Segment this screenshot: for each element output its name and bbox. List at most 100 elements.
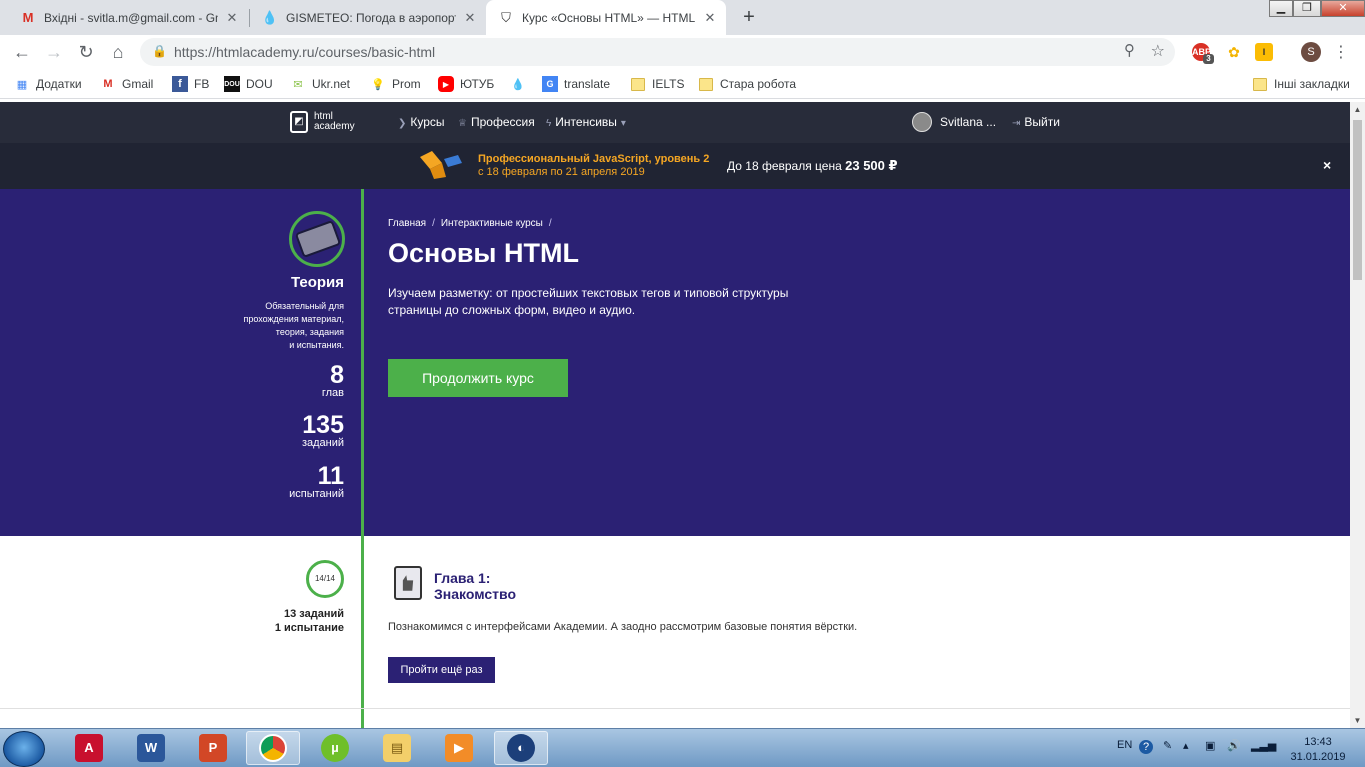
droplet-icon: 💧 <box>511 78 525 91</box>
bookmark-dou[interactable]: DOU DOU <box>224 75 273 93</box>
taskbar-app[interactable]: ◐ <box>494 731 548 765</box>
chapter-title-line1: Глава 1: <box>434 570 491 586</box>
reload-icon[interactable]: ↻ <box>74 41 98 63</box>
tab-gismeteo[interactable]: 💧 GISMETEO: Погода в аэропорту ✕ <box>250 0 486 35</box>
taskbar-powerpoint[interactable]: P <box>186 731 240 765</box>
theory-desc-line: теория, задания <box>275 327 344 337</box>
tray-expand-icon[interactable]: ▴ <box>1183 739 1189 752</box>
bookmark-other[interactable]: Інші закладки <box>1252 75 1350 93</box>
stat-tests-label: испытаний <box>289 488 344 500</box>
close-icon[interactable]: ✕ <box>224 10 240 26</box>
start-button[interactable] <box>3 731 45 767</box>
extension-yellow-icon[interactable]: I <box>1255 43 1273 61</box>
user-avatar <box>912 112 932 132</box>
bookmark-gmail[interactable]: M Gmail <box>100 75 153 93</box>
continue-course-button[interactable]: Продолжить курс <box>388 359 568 397</box>
bookmark-star-icon[interactable]: ☆ <box>1151 41 1165 61</box>
chapter-progress-badge: 14/14 <box>306 560 344 598</box>
logo-text-line2: academy <box>314 121 355 132</box>
bookmarks-bar: ▦ Додатки M Gmail f FB DOU DOU ✉ Ukr.net… <box>0 69 1365 99</box>
tab-gmail[interactable]: M Вхідні - svitla.m@gmail.com - Gm ✕ <box>8 0 248 35</box>
bookmark-label: Стара робота <box>720 77 797 91</box>
tab-title: Вхідні - svitla.m@gmail.com - Gm <box>44 10 218 25</box>
bookmark-old-work[interactable]: Стара робота <box>698 75 796 93</box>
url-text[interactable]: https://htmlacademy.ru/courses/basic-htm… <box>174 44 435 60</box>
facebook-icon: f <box>172 76 188 92</box>
lightning-icon: ϟ <box>546 118 552 129</box>
taskbar-word[interactable]: W <box>124 731 178 765</box>
taskbar-media-player[interactable]: ▶ <box>432 731 486 765</box>
breadcrumb-separator: / <box>548 218 552 229</box>
bookmark-translate[interactable]: G translate <box>542 75 610 93</box>
breadcrumb-courses[interactable]: Интерактивные курсы <box>441 218 543 229</box>
system-clock[interactable]: 13:43 31.01.2019 <box>1283 735 1353 765</box>
close-icon[interactable]: ✕ <box>462 10 478 26</box>
profile-avatar[interactable]: S <box>1301 42 1321 62</box>
address-bar[interactable]: 🔒 https://htmlacademy.ru/courses/basic-h… <box>140 38 1175 66</box>
promo-banner[interactable]: Профессиональный JavaScript, уровень 2 с… <box>0 143 1350 189</box>
bookmark-ielts[interactable]: IELTS <box>630 75 684 93</box>
nav-intensives[interactable]: ϟ Интенсивы ▾ <box>546 115 630 129</box>
home-icon[interactable]: ⌂ <box>106 41 130 63</box>
tab-htmlacademy[interactable]: ⛉ Курс «Основы HTML» — HTML A ✕ <box>486 0 726 35</box>
breadcrumb-home[interactable]: Главная <box>388 218 426 229</box>
theory-desc-line: Обязательный для <box>265 301 344 311</box>
stat-tasks-value: 135 <box>302 411 344 439</box>
logout-link[interactable]: ⇥ Выйти <box>1012 115 1060 129</box>
folder-icon <box>630 76 646 92</box>
close-icon[interactable]: ✕ <box>702 10 718 26</box>
help-icon[interactable]: ? <box>1139 740 1153 754</box>
clock-time: 13:43 <box>1304 736 1332 748</box>
extension-flower-icon[interactable]: ✿ <box>1225 43 1243 61</box>
retry-chapter-button[interactable]: Пройти ещё раз <box>388 657 495 683</box>
pen-icon[interactable]: ✎ <box>1163 739 1172 752</box>
zoom-icon[interactable]: ⚲ <box>1124 41 1135 59</box>
bookmark-label: Ukr.net <box>312 77 351 91</box>
taskbar-explorer[interactable]: ▤ <box>370 731 424 765</box>
course-lead: Изучаем разметку: от простейших текстовы… <box>388 286 789 317</box>
minimize-button[interactable]: ▁ <box>1269 0 1293 17</box>
scroll-up-icon[interactable]: ▲ <box>1350 102 1365 117</box>
new-tab-button[interactable]: + <box>738 6 760 28</box>
volume-icon[interactable]: 🔊 <box>1227 739 1241 752</box>
promo-close-icon[interactable]: × <box>1323 157 1331 173</box>
network-signal-icon[interactable]: ▂▃▅ <box>1251 739 1276 752</box>
device-icon[interactable]: ▣ <box>1205 739 1215 752</box>
theory-desc-line: и испытания. <box>289 340 344 350</box>
chapter-title[interactable]: Глава 1: Знакомство <box>434 570 516 602</box>
maximize-button[interactable]: ❐ <box>1293 0 1321 17</box>
site-logo[interactable]: ◩ html academy <box>290 111 355 133</box>
forward-icon[interactable]: → <box>42 41 66 63</box>
back-icon[interactable]: ← <box>10 41 34 63</box>
bookmark-youtube[interactable]: ▶ ЮТУБ <box>438 75 494 93</box>
close-window-button[interactable]: ✕ <box>1321 0 1365 17</box>
bookmark-drop[interactable]: 💧 <box>510 75 532 93</box>
menu-icon[interactable]: ⋮ <box>1333 42 1349 62</box>
user-menu[interactable]: Svitlana ... <box>912 112 996 132</box>
nav-courses[interactable]: ❯ Курсы <box>398 115 445 129</box>
gmail-icon: M <box>22 10 34 25</box>
bookmark-fb[interactable]: f FB <box>172 75 209 93</box>
nav-profession[interactable]: ♕ Профессия <box>458 115 535 129</box>
taskbar-acrobat[interactable]: A <box>62 731 116 765</box>
scroll-down-icon[interactable]: ▼ <box>1350 713 1365 728</box>
page-scrollbar[interactable]: ▲ ▼ <box>1350 102 1365 728</box>
acrobat-icon: A <box>75 734 103 762</box>
bookmark-apps[interactable]: ▦ Додатки <box>14 75 82 93</box>
taskbar-chrome[interactable] <box>246 731 300 765</box>
bookmark-prom[interactable]: 💡 Prom <box>370 75 421 93</box>
lock-icon: 🔒 <box>152 44 167 58</box>
courses-icon: ❯ <box>398 118 407 129</box>
bookmark-ukrnet[interactable]: ✉ Ukr.net <box>290 75 350 93</box>
language-indicator[interactable]: EN <box>1117 739 1132 751</box>
word-icon: W <box>137 734 165 762</box>
taskbar-utorrent[interactable]: µ <box>308 731 362 765</box>
nav-label: Курсы <box>410 115 445 129</box>
scroll-thumb[interactable] <box>1353 120 1362 280</box>
theory-title: Теория <box>290 274 344 291</box>
bookmark-label: Додатки <box>36 77 82 91</box>
dou-icon: DOU <box>224 76 240 92</box>
bookmark-label: Інші закладки <box>1274 77 1350 91</box>
folder-icon <box>1252 76 1268 92</box>
tab-strip: M Вхідні - svitla.m@gmail.com - Gm ✕ 💧 G… <box>0 0 1365 35</box>
